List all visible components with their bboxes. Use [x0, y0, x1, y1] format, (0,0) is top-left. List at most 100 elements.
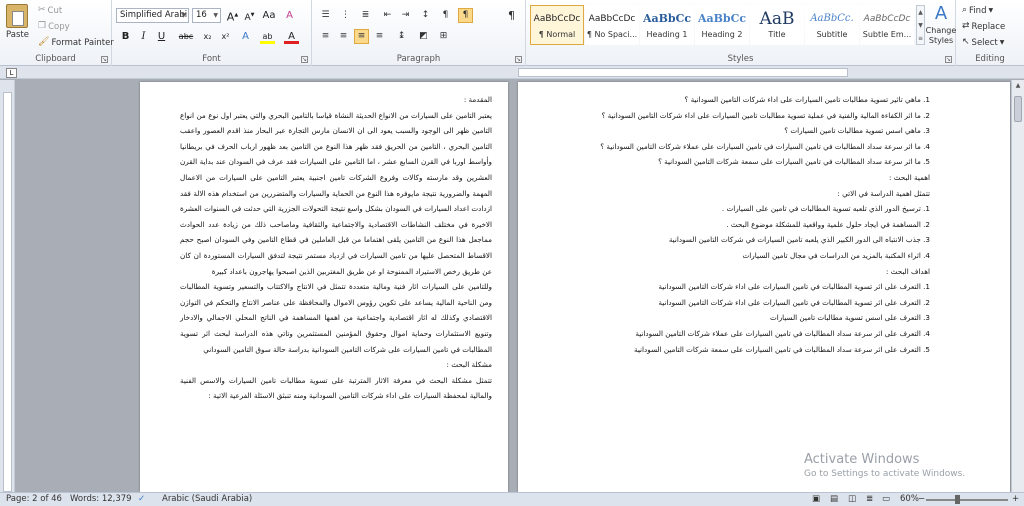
- copy-label: Copy: [48, 21, 70, 32]
- editing-group-label: Editing: [975, 54, 1005, 64]
- change-styles-icon: A: [934, 3, 948, 24]
- cut-button[interactable]: ✂ Cut: [38, 5, 62, 16]
- subscript-button[interactable]: x₂: [200, 29, 215, 44]
- copy-button[interactable]: ❐ Copy: [38, 21, 70, 32]
- chevron-down-icon: ▼: [999, 39, 1005, 46]
- vertical-scrollbar[interactable]: ▲: [1011, 80, 1024, 492]
- zoom-slider-thumb[interactable]: [955, 495, 960, 504]
- font-size-combo[interactable]: 16 ▼: [192, 8, 221, 23]
- change-styles-button[interactable]: A Change Styles: [925, 4, 957, 46]
- section-heading: اهمية البحث :: [888, 172, 930, 182]
- scroll-thumb[interactable]: [1014, 96, 1022, 122]
- style-name: ¶ Normal: [538, 30, 576, 39]
- bullets-button[interactable]: ☰: [318, 8, 333, 23]
- zoom-out-button[interactable]: −: [918, 493, 925, 506]
- full-screen-icon[interactable]: ▤: [830, 493, 838, 506]
- style-sample: AaBbCc: [697, 12, 747, 25]
- page-count[interactable]: Page: 2 of 46: [6, 493, 62, 506]
- paste-button[interactable]: Paste: [6, 4, 29, 40]
- highlight-label: ab: [262, 32, 273, 41]
- style-subtle-emphasis[interactable]: AaBbCcDc Subtle Em...: [860, 5, 914, 45]
- numbering-button[interactable]: ⋮: [338, 8, 353, 23]
- word-count[interactable]: Words: 12,379: [70, 493, 132, 506]
- shading-button[interactable]: ◩: [416, 29, 431, 44]
- bold-button[interactable]: B: [118, 29, 133, 44]
- align-center-button[interactable]: ≡: [336, 29, 351, 44]
- select-label: Select: [971, 37, 998, 48]
- align-right-button[interactable]: ≡: [354, 29, 369, 44]
- style-no-spacing[interactable]: AaBbCcDc ¶ No Spaci...: [585, 5, 639, 45]
- font-color-button[interactable]: A: [284, 29, 299, 44]
- tab-selector[interactable]: L: [6, 68, 17, 78]
- format-painter-button[interactable]: 🖌 Format Painter: [38, 37, 114, 48]
- style-normal[interactable]: AaBbCcDc ¶ Normal: [530, 5, 584, 45]
- scroll-up-icon[interactable]: ▲: [1012, 80, 1024, 91]
- superscript-label: x²: [221, 32, 230, 41]
- document-page-right[interactable]: 1. ماهي تاثير تسوية مطالبات تامين السيار…: [518, 82, 1010, 492]
- show-formatting-button[interactable]: ¶: [504, 8, 519, 23]
- ltr-button[interactable]: ¶: [438, 8, 453, 23]
- pilcrow-label: ¶: [508, 9, 515, 22]
- print-layout-icon[interactable]: ▣: [812, 493, 820, 506]
- find-button[interactable]: ⌕ Find ▼: [962, 5, 993, 16]
- proofing-icon[interactable]: ✓: [138, 493, 145, 506]
- style-subtitle[interactable]: AaBbCc. Subtitle: [805, 5, 859, 45]
- paragraph-launcher-icon[interactable]: ↘: [515, 56, 522, 63]
- style-heading-1[interactable]: AaBbCc Heading 1: [640, 5, 694, 45]
- document-page-left[interactable]: المقدمة : يعتبر التامين على السيارات من …: [140, 82, 508, 492]
- change-case-button[interactable]: Aa: [260, 8, 278, 23]
- replace-button[interactable]: ⇄ Replace: [962, 21, 1005, 32]
- horizontal-ruler-bar: L: [0, 66, 1024, 79]
- language-indicator[interactable]: Arabic (Saudi Arabia): [162, 493, 252, 506]
- font-name-combo[interactable]: Simplified Arabi ▼: [116, 8, 189, 23]
- list-item: 5. التعرف على اثر سرعة سداد المطالبات في…: [634, 344, 930, 354]
- font-size-value: 16: [196, 10, 207, 20]
- line-spacing-button[interactable]: ↨: [394, 29, 409, 44]
- increase-indent-button[interactable]: ⇥: [398, 8, 413, 23]
- paintbrush-icon: 🖌: [38, 37, 50, 47]
- style-heading-2[interactable]: AaBbCc Heading 2: [695, 5, 749, 45]
- highlight-button[interactable]: ab: [260, 29, 275, 44]
- style-title[interactable]: AaB Title: [750, 5, 804, 45]
- sort-button[interactable]: ↕: [418, 8, 433, 23]
- paragraph: تتمثل اهمية الدراسة في الاتي :: [837, 188, 930, 198]
- underline-button[interactable]: U: [154, 29, 169, 44]
- justify-button[interactable]: ≡: [372, 29, 387, 44]
- zoom-slider[interactable]: [926, 499, 1008, 501]
- clipboard-launcher-icon[interactable]: ↘: [101, 56, 108, 63]
- web-layout-icon[interactable]: ◫: [848, 493, 856, 506]
- clear-formatting-button[interactable]: A: [282, 8, 297, 23]
- italic-button[interactable]: I: [136, 29, 151, 44]
- multilevel-list-button[interactable]: ≣: [358, 8, 373, 23]
- grow-font-button[interactable]: A▲: [225, 8, 240, 24]
- zoom-in-button[interactable]: +: [1012, 493, 1019, 506]
- vertical-ruler[interactable]: [3, 92, 12, 492]
- horizontal-ruler[interactable]: [518, 68, 848, 77]
- strikethrough-button[interactable]: abc: [176, 29, 196, 44]
- font-launcher-icon[interactable]: ↘: [301, 56, 308, 63]
- decrease-indent-button[interactable]: ⇤: [380, 8, 395, 23]
- superscript-button[interactable]: x²: [218, 29, 233, 44]
- shrink-font-button[interactable]: A▼: [242, 8, 257, 23]
- rtl-button[interactable]: ¶: [458, 8, 473, 23]
- styles-launcher-icon[interactable]: ↘: [945, 56, 952, 63]
- borders-button[interactable]: ⊞: [436, 29, 451, 44]
- cut-label: Cut: [47, 5, 63, 16]
- italic-label: I: [141, 31, 146, 42]
- select-button[interactable]: ↖ Select ▼: [962, 37, 1004, 48]
- paragraph: وللتامين على السيارات اثار فنية ومالية م…: [180, 282, 492, 354]
- align-left-button[interactable]: ≡: [318, 29, 333, 44]
- zoom-level[interactable]: 60%: [900, 493, 919, 506]
- paragraph: يعتبر التامين على السيارات من الانواع ال…: [180, 110, 492, 276]
- style-sample: AaBbCcDc: [863, 14, 911, 24]
- list-item: 5. ما اثر سرعة سداد المطالبات في تامين ا…: [658, 157, 930, 167]
- font-group-label: Font: [202, 54, 221, 64]
- draft-icon[interactable]: ▭: [882, 493, 890, 506]
- section-heading: مشكلة البحث :: [446, 360, 492, 370]
- outline-icon[interactable]: ≣: [866, 493, 873, 506]
- paste-label: Paste: [6, 30, 29, 40]
- clear-formatting-label: A: [286, 10, 293, 21]
- style-sample: AaBbCcDc: [588, 14, 636, 24]
- styles-scroll[interactable]: ▲ ▼ ≡: [916, 5, 925, 45]
- text-effects-button[interactable]: A: [238, 29, 253, 44]
